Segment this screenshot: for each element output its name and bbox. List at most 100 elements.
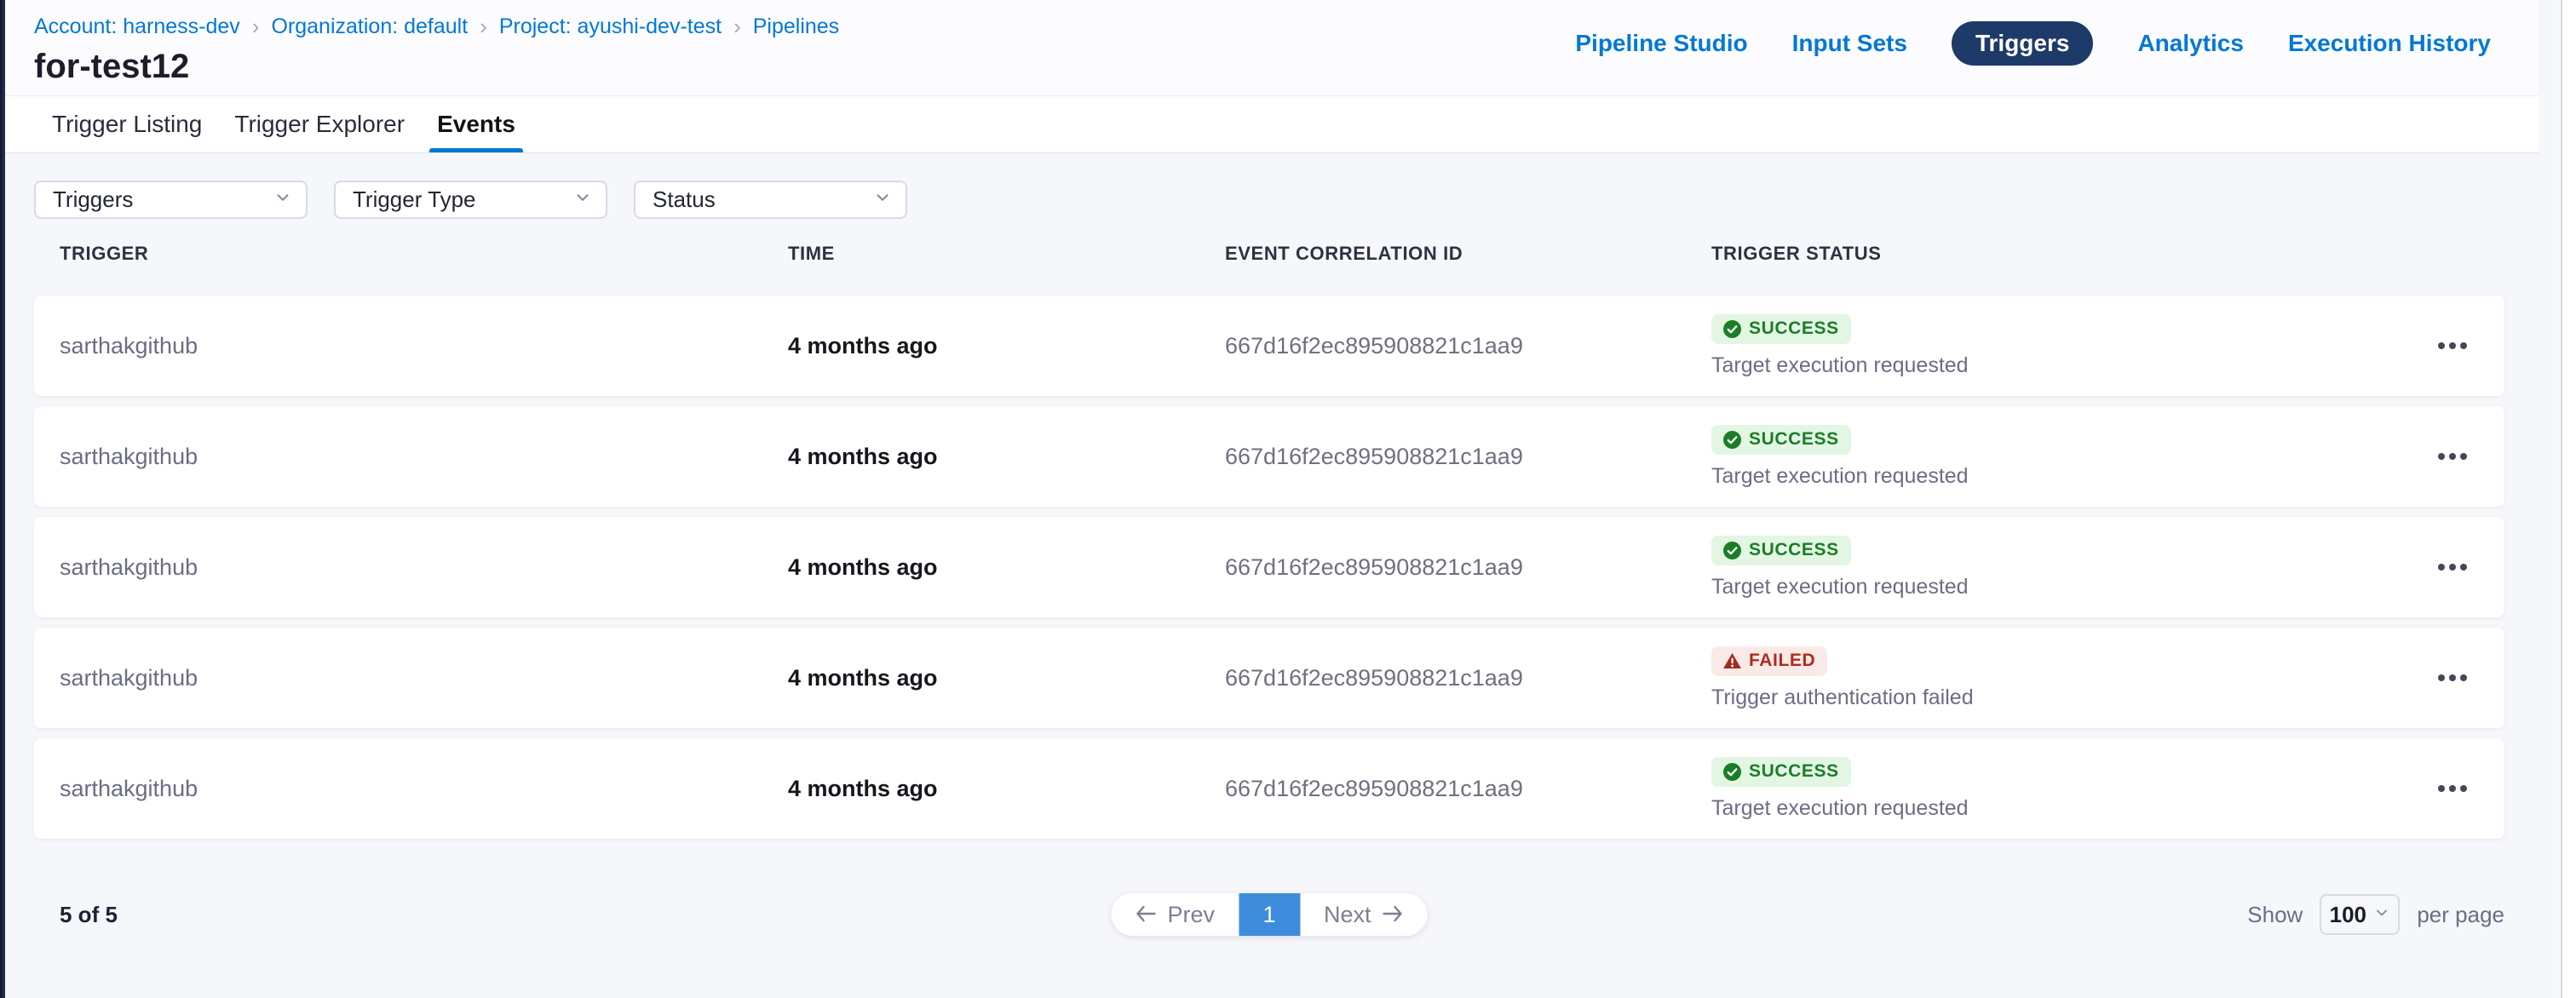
nav-pipeline-studio[interactable]: Pipeline Studio <box>1575 30 1747 57</box>
ellipsis-icon <box>2449 453 2456 460</box>
status-badge-label: SUCCESS <box>1749 318 1839 339</box>
trigger-status-cell: SUCCESS Target execution requested <box>1711 536 2426 599</box>
scrollbar-gutter[interactable] <box>2539 0 2561 998</box>
column-header-time: TIME <box>788 243 1225 265</box>
nav-execution-history[interactable]: Execution History <box>2288 30 2491 57</box>
status-badge: SUCCESS <box>1711 757 1851 787</box>
ellipsis-icon <box>2438 674 2445 681</box>
breadcrumb-organization-link[interactable]: Organization: default <box>271 14 468 39</box>
chevron-right-icon: › <box>250 14 262 39</box>
pipeline-triggers-page: Account: harness-dev › Organization: def… <box>5 0 2562 998</box>
status-badge: FAILED <box>1711 646 1827 676</box>
check-circle-icon <box>1723 431 1741 449</box>
events-table-body: sarthakgithub 4 months ago 667d16f2ec895… <box>34 267 2504 839</box>
status-detail-text: Target execution requested <box>1711 796 2426 821</box>
row-actions-menu-button[interactable] <box>2431 664 2474 691</box>
per-page-label: per page <box>2417 902 2504 928</box>
page-size-select[interactable]: 100 <box>2320 894 2400 935</box>
nav-input-sets[interactable]: Input Sets <box>1792 30 1907 57</box>
chevron-down-icon <box>273 188 292 211</box>
events-tabbar: Trigger Listing Trigger Explorer Events <box>5 96 2539 153</box>
collapsed-sidebar-edge <box>0 0 5 998</box>
table-header-row: TRIGGER TIME EVENT CORRELATION ID TRIGGE… <box>34 241 2504 267</box>
ellipsis-icon <box>2460 674 2467 681</box>
row-actions-menu-button[interactable] <box>2431 553 2474 581</box>
page-header: Account: harness-dev › Organization: def… <box>5 0 2539 96</box>
arrow-right-icon <box>1382 902 1404 928</box>
ellipsis-icon <box>2449 342 2456 349</box>
ellipsis-icon <box>2438 785 2445 792</box>
event-correlation-id: 667d16f2ec895908821c1aa9 <box>1225 444 1711 470</box>
ellipsis-icon <box>2460 453 2467 460</box>
check-circle-icon <box>1723 763 1741 781</box>
event-time: 4 months ago <box>788 776 1225 802</box>
events-content: Triggers Trigger Type Status TRIGGER TI <box>5 153 2561 998</box>
breadcrumb-pipelines-link[interactable]: Pipelines <box>753 14 839 39</box>
row-actions-menu-button[interactable] <box>2431 332 2474 359</box>
status-badge-label: SUCCESS <box>1749 429 1839 450</box>
event-correlation-id: 667d16f2ec895908821c1aa9 <box>1225 554 1711 581</box>
status-detail-text: Trigger authentication failed <box>1711 685 2426 710</box>
ellipsis-icon <box>2460 564 2467 571</box>
row-actions-menu-button[interactable] <box>2431 443 2474 470</box>
tab-trigger-listing[interactable]: Trigger Listing <box>52 96 202 152</box>
chevron-right-icon: › <box>732 14 743 39</box>
nav-analytics[interactable]: Analytics <box>2137 30 2244 57</box>
column-header-trigger: TRIGGER <box>60 243 788 265</box>
trigger-status-cell: SUCCESS Target execution requested <box>1711 757 2426 821</box>
tab-trigger-explorer[interactable]: Trigger Explorer <box>234 96 405 152</box>
dropdown-label: Trigger Type <box>353 186 476 213</box>
pagination: Prev 1 Next <box>1111 893 1427 936</box>
event-correlation-id: 667d16f2ec895908821c1aa9 <box>1225 665 1711 691</box>
chevron-right-icon: › <box>478 14 489 39</box>
warning-triangle-icon <box>1723 653 1741 668</box>
table-row: sarthakgithub 4 months ago 667d16f2ec895… <box>34 738 2504 839</box>
event-time: 4 months ago <box>788 444 1225 470</box>
breadcrumb-account-link[interactable]: Account: harness-dev <box>34 14 240 39</box>
filters-row: Triggers Trigger Type Status <box>34 181 2504 219</box>
status-badge-label: SUCCESS <box>1749 540 1839 560</box>
check-circle-icon <box>1723 320 1741 338</box>
column-header-trigger-status: TRIGGER STATUS <box>1711 243 2426 265</box>
page-size-control: Show 100 per page <box>2247 894 2504 935</box>
ellipsis-icon <box>2460 785 2467 792</box>
ellipsis-icon <box>2438 453 2445 460</box>
trigger-name: sarthakgithub <box>60 444 788 470</box>
ellipsis-icon <box>2449 674 2456 681</box>
status-filter-dropdown[interactable]: Status <box>634 181 907 219</box>
ellipsis-icon <box>2449 564 2456 571</box>
status-detail-text: Target execution requested <box>1711 575 2426 599</box>
next-page-button[interactable]: Next <box>1300 893 1428 936</box>
status-badge-label: FAILED <box>1749 651 1815 671</box>
status-badge-label: SUCCESS <box>1749 761 1839 782</box>
event-time: 4 months ago <box>788 554 1225 581</box>
column-header-event-correlation-id: EVENT CORRELATION ID <box>1225 243 1711 265</box>
status-badge: SUCCESS <box>1711 425 1851 455</box>
ellipsis-icon <box>2460 342 2467 349</box>
result-count: 5 of 5 <box>34 902 118 928</box>
current-page-button[interactable]: 1 <box>1239 893 1300 936</box>
page-size-value: 100 <box>2330 902 2366 928</box>
row-actions-menu-button[interactable] <box>2431 775 2474 802</box>
arrow-left-icon <box>1135 902 1157 928</box>
ellipsis-icon <box>2438 342 2445 349</box>
trigger-type-filter-dropdown[interactable]: Trigger Type <box>334 181 607 219</box>
status-badge: SUCCESS <box>1711 314 1851 344</box>
nav-triggers-active[interactable]: Triggers <box>1952 21 2093 66</box>
show-label: Show <box>2247 902 2303 928</box>
dropdown-label: Triggers <box>53 186 133 213</box>
breadcrumb-project-link[interactable]: Project: ayushi-dev-test <box>499 14 722 39</box>
table-row: sarthakgithub 4 months ago 667d16f2ec895… <box>34 406 2504 507</box>
pipeline-section-nav: Pipeline Studio Input Sets Triggers Anal… <box>1575 21 2491 66</box>
trigger-name: sarthakgithub <box>60 776 788 802</box>
trigger-status-cell: SUCCESS Target execution requested <box>1711 425 2426 489</box>
prev-page-label: Prev <box>1167 902 1215 928</box>
trigger-name: sarthakgithub <box>60 554 788 581</box>
tab-events[interactable]: Events <box>437 96 515 152</box>
status-detail-text: Target execution requested <box>1711 464 2426 489</box>
prev-page-button[interactable]: Prev <box>1111 893 1239 936</box>
triggers-filter-dropdown[interactable]: Triggers <box>34 181 308 219</box>
table-row: sarthakgithub 4 months ago 667d16f2ec895… <box>34 295 2504 396</box>
table-row: sarthakgithub 4 months ago 667d16f2ec895… <box>34 628 2504 728</box>
trigger-name: sarthakgithub <box>60 665 788 691</box>
